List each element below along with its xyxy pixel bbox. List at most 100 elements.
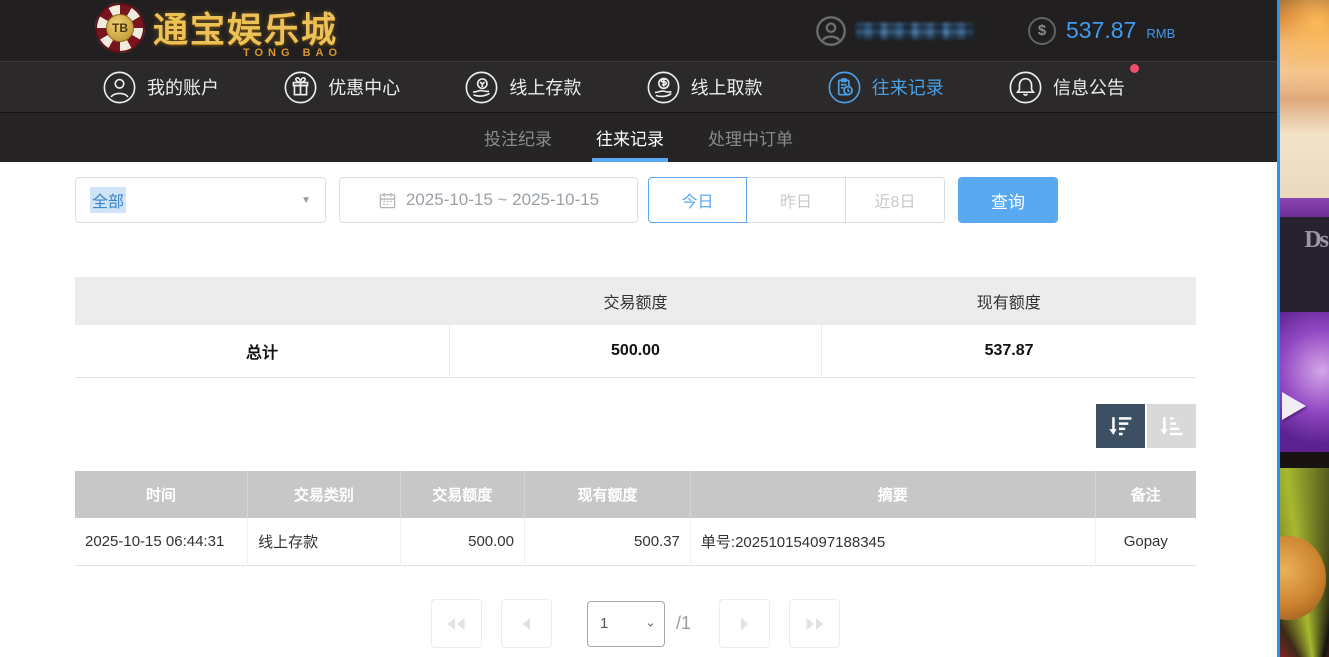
col-header-current-amount: 现有额度: [525, 471, 691, 518]
brand-logo[interactable]: TB 通宝娱乐城 TONG BAO: [95, 9, 344, 53]
main-nav: 我的账户 优惠中心 线上存款: [0, 62, 1277, 113]
banner-logo-text: Ds: [1304, 227, 1327, 254]
brand-title: 通宝娱乐城: [153, 13, 338, 48]
brand-subtitle: TONG BAO: [243, 47, 342, 59]
user-avatar-icon: [816, 16, 846, 46]
dollar-icon: $: [1028, 17, 1056, 45]
summary-header-current-amount: 现有额度: [822, 277, 1196, 325]
page-select[interactable]: 1: [587, 601, 665, 647]
poker-chip-icon: TB: [95, 3, 145, 53]
nav-item-promotions[interactable]: 优惠中心: [284, 71, 400, 104]
nav-item-label: 线上存款: [509, 74, 581, 100]
summary-total-label: 总计: [75, 325, 449, 377]
summary-total-current-amount: 537.87: [822, 325, 1196, 377]
double-left-arrow-icon: [445, 616, 467, 632]
nav-item-transactions[interactable]: 往来记录: [828, 71, 944, 104]
cell-summary: 单号:202510154097188345: [690, 518, 1095, 566]
nav-item-label: 往来记录: [872, 74, 944, 100]
search-button[interactable]: 查询: [958, 177, 1058, 223]
tab-label: 往来记录: [596, 125, 664, 150]
nav-item-deposit[interactable]: 线上存款: [465, 71, 581, 104]
summary-table: 交易额度 现有额度 总计 500.00 537.87: [75, 277, 1196, 378]
nav-item-label: 线上取款: [691, 74, 763, 100]
balance: $ 537.87 RMB: [1028, 17, 1175, 45]
cell-trade-amount: 500.00: [400, 518, 524, 566]
quick-last8days-button[interactable]: 近8日: [846, 177, 945, 223]
tab-transaction-records[interactable]: 往来记录: [594, 113, 666, 162]
summary-total-row: 总计 500.00 537.87: [75, 325, 1196, 377]
last-page-button[interactable]: [789, 599, 840, 648]
table-row: 2025-10-15 06:44:31 线上存款 500.00 500.37 单…: [75, 518, 1196, 566]
date-range-input[interactable]: 2025-10-15 ~ 2025-10-15: [339, 177, 638, 223]
col-header-trade-amount: 交易额度: [400, 471, 524, 518]
double-right-arrow-icon: [804, 616, 826, 632]
main-column: TB 通宝娱乐城 TONG BAO $ 537.87 RMB: [0, 0, 1277, 657]
tab-pending-orders[interactable]: 处理中订单: [706, 113, 795, 162]
balance-amount: 537.87: [1066, 17, 1136, 44]
sort-descending-button[interactable]: [1096, 404, 1145, 448]
pagination: 1 ⌄ /1: [75, 599, 1196, 648]
left-arrow-icon: [519, 616, 533, 632]
gift-icon: [284, 71, 317, 104]
nav-item-my-account[interactable]: 我的账户: [103, 71, 219, 104]
balance-currency: RMB: [1146, 26, 1175, 41]
banner-logo-block: Ds: [1280, 217, 1329, 312]
notification-dot: [1130, 64, 1139, 73]
sub-tabs: 投注纪录 往来记录 处理中订单: [0, 113, 1277, 162]
user-icon: [103, 71, 136, 104]
col-header-type: 交易类别: [248, 471, 400, 518]
banner-purple-strip: [1280, 198, 1329, 217]
deposit-icon: [465, 71, 498, 104]
sort-ascending-icon: [1158, 412, 1185, 439]
top-bar: TB 通宝娱乐城 TONG BAO $ 537.87 RMB: [0, 0, 1277, 62]
type-select-value: 全部: [90, 187, 126, 213]
date-range-value: 2025-10-15 ~ 2025-10-15: [406, 190, 599, 210]
quick-filter-group: 今日 昨日 近8日: [648, 177, 945, 223]
summary-total-trade-amount: 500.00: [449, 325, 821, 377]
next-page-button[interactable]: [719, 599, 770, 648]
nav-item-label: 我的账户: [147, 74, 219, 100]
first-page-button[interactable]: [431, 599, 482, 648]
banner-play-block: [1280, 312, 1329, 452]
col-header-note: 备注: [1095, 471, 1196, 518]
banner-roulette-photo: [1280, 452, 1329, 657]
content-area: 全部 ▼ 2025-10-15 ~ 2025-10-15 今日 昨日 近8日 查…: [0, 162, 1277, 657]
nav-item-announcements[interactable]: 信息公告: [1009, 71, 1125, 104]
quick-today-button[interactable]: 今日: [648, 177, 747, 223]
tab-label: 投注纪录: [484, 125, 552, 150]
records-header-row: 时间 交易类别 交易额度 现有额度 摘要 备注: [75, 471, 1196, 518]
tab-label: 处理中订单: [708, 125, 793, 150]
sort-ascending-button[interactable]: [1147, 404, 1196, 448]
col-header-time: 时间: [75, 471, 248, 518]
prev-page-button[interactable]: [501, 599, 552, 648]
filter-bar: 全部 ▼ 2025-10-15 ~ 2025-10-15 今日 昨日 近8日 查…: [75, 177, 1196, 223]
brand-text: 通宝娱乐城 TONG BAO: [153, 13, 344, 48]
tab-betting-records[interactable]: 投注纪录: [482, 113, 554, 162]
nav-item-withdraw[interactable]: 线上取款: [647, 71, 763, 104]
cell-current-amount: 500.37: [525, 518, 691, 566]
user-info[interactable]: [816, 16, 974, 46]
banner-model-photo: [1280, 0, 1329, 198]
sort-controls: [75, 404, 1196, 448]
play-icon[interactable]: [1282, 392, 1306, 420]
cell-type: 线上存款: [248, 518, 400, 566]
page-select-wrap: 1 ⌄: [587, 601, 665, 647]
bell-icon: [1009, 71, 1042, 104]
records-table: 时间 交易类别 交易额度 现有额度 摘要 备注 2025-10-15 06:44…: [75, 471, 1196, 567]
summary-header-empty: [75, 277, 449, 325]
records-icon: [828, 71, 861, 104]
right-arrow-icon: [738, 616, 752, 632]
nav-item-label: 优惠中心: [328, 74, 400, 100]
sort-descending-icon: [1107, 412, 1134, 439]
withdraw-icon: [647, 71, 680, 104]
nav-item-label: 信息公告: [1053, 74, 1125, 100]
summary-header-row: 交易额度 现有额度: [75, 277, 1196, 325]
username-redacted: [856, 23, 974, 39]
page-total: /1: [676, 613, 691, 634]
type-select[interactable]: 全部 ▼: [75, 177, 326, 223]
app-window: TB 通宝娱乐城 TONG BAO $ 537.87 RMB: [0, 0, 1329, 657]
quick-yesterday-button[interactable]: 昨日: [747, 177, 846, 223]
col-header-summary: 摘要: [690, 471, 1095, 518]
cell-note: Gopay: [1095, 518, 1196, 566]
promo-banner[interactable]: Ds: [1277, 0, 1329, 657]
